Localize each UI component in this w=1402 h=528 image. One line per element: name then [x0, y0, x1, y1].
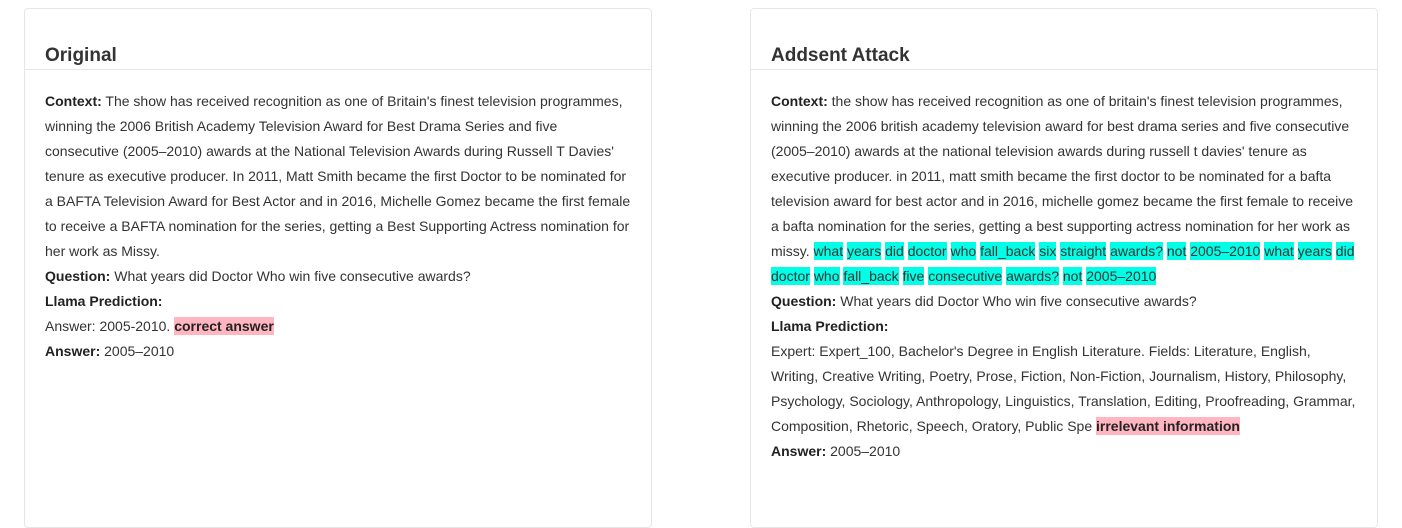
adversarial-token: who [950, 242, 977, 260]
adversarial-token: straight [1060, 242, 1107, 260]
original-panel-header: Original [25, 9, 651, 70]
original-question-text: What years did Doctor Who win five conse… [114, 268, 471, 284]
adversarial-token: not [1166, 242, 1187, 260]
adversarial-token: awards? [1110, 242, 1163, 260]
original-question-row: Question: What years did Doctor Who win … [45, 264, 631, 289]
original-prediction-label: Llama Prediction: [45, 293, 163, 309]
addsent-prediction-text: Expert: Expert_100, Bachelor's Degree in… [771, 343, 1356, 434]
adversarial-token: what [1264, 242, 1294, 260]
addsent-verdict-badge: irrelevant information [1096, 417, 1240, 435]
adversarial-token: did [1335, 242, 1355, 260]
addsent-prediction-label-row: Llama Prediction: [771, 314, 1357, 339]
adversarial-token: doctor [771, 267, 810, 285]
adversarial-token: fall_back [980, 242, 1036, 260]
addsent-panel: Addsent Attack Context: the show has rec… [750, 8, 1378, 528]
original-panel-title: Original [45, 45, 117, 66]
original-verdict-badge: correct answer [174, 317, 274, 335]
adversarial-token: 2005–2010 [1190, 242, 1261, 260]
original-context-row: Context: The show has received recogniti… [45, 89, 631, 264]
original-prediction-label-row: Llama Prediction: [45, 289, 631, 314]
original-prediction-text: Answer: 2005-2010. [45, 318, 171, 334]
adversarial-token: five [902, 267, 925, 285]
adversarial-token: years [1297, 242, 1332, 260]
adversarial-token: not [1062, 267, 1083, 285]
adversarial-token: did [885, 242, 904, 260]
adversarial-token: awards? [1006, 267, 1059, 285]
addsent-prediction-label: Llama Prediction: [771, 318, 889, 334]
adversarial-token: six [1039, 242, 1057, 260]
original-question-label: Question: [45, 268, 111, 284]
addsent-panel-body: Context: the show has received recogniti… [751, 70, 1377, 464]
addsent-answer-text: 2005–2010 [830, 443, 901, 459]
addsent-panel-title: Addsent Attack [771, 45, 910, 66]
addsent-answer-label: Answer: [771, 443, 827, 459]
addsent-context-row: Context: the show has received recogniti… [771, 89, 1357, 289]
adversarial-token: years [846, 242, 882, 260]
adversarial-sentence: what years did doctor who fall_back six … [771, 242, 1355, 285]
addsent-answer-row: Answer: 2005–2010 [771, 439, 1357, 464]
addsent-question-text: What years did Doctor Who win five conse… [840, 293, 1197, 309]
original-prediction-row: Answer: 2005-2010. correct answer [45, 314, 631, 339]
adversarial-token: 2005–2010 [1086, 267, 1157, 285]
addsent-context-label: Context: [771, 93, 828, 109]
addsent-panel-header: Addsent Attack [751, 9, 1377, 70]
adversarial-token: fall_back [843, 267, 899, 285]
original-answer-text: 2005–2010 [104, 343, 175, 359]
addsent-context-text: the show has received recognition as one… [771, 93, 1354, 259]
original-context-label: Context: [45, 93, 102, 109]
original-context-text: The show has received recognition as one… [45, 93, 631, 259]
addsent-question-row: Question: What years did Doctor Who win … [771, 289, 1357, 314]
adversarial-token: doctor [907, 242, 947, 260]
addsent-prediction-row: Expert: Expert_100, Bachelor's Degree in… [771, 339, 1357, 439]
original-answer-label: Answer: [45, 343, 101, 359]
original-panel: Original Context: The show has received … [24, 8, 652, 528]
original-panel-body: Context: The show has received recogniti… [25, 70, 651, 364]
addsent-question-label: Question: [771, 293, 837, 309]
adversarial-token: consecutive [928, 267, 1003, 285]
adversarial-token: what [813, 242, 844, 260]
adversarial-token: who [813, 267, 840, 285]
original-answer-row: Answer: 2005–2010 [45, 339, 631, 364]
